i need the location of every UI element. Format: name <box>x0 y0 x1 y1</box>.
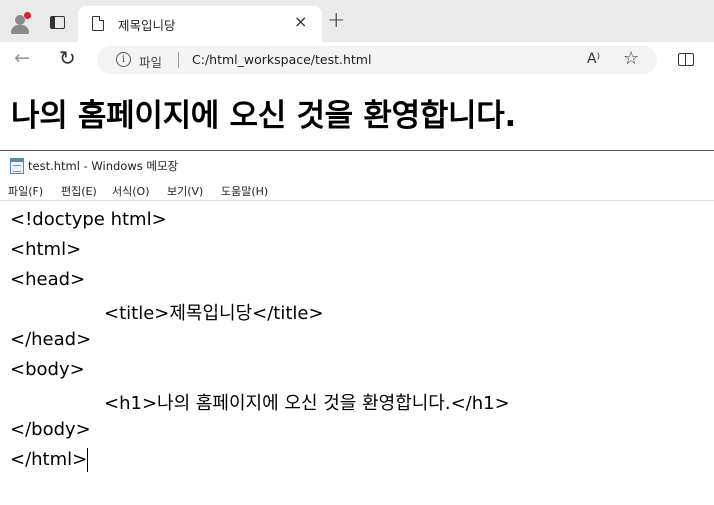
split-screen-icon[interactable] <box>678 53 694 66</box>
read-aloud-icon[interactable]: A⁾ <box>587 51 600 67</box>
scheme-label: 파일 <box>139 55 163 70</box>
tab-close-icon[interactable]: × <box>294 12 307 31</box>
menu-file[interactable]: 파일(F) <box>8 183 43 199</box>
tab-title: 제목입니당 <box>118 18 176 33</box>
code-line: <h1>나의 홈페이지에 오신 것을 환영합니다.</h1> <box>104 393 510 414</box>
notepad-title: test.html - Windows 메모장 <box>28 159 179 173</box>
code-line: <!doctype html> <box>10 209 167 230</box>
menu-view[interactable]: 보기(V) <box>167 183 203 199</box>
tab-strip-icon[interactable] <box>50 16 65 29</box>
menu-help[interactable]: 도움말(H) <box>221 183 268 199</box>
profile-shoulders <box>11 25 29 34</box>
new-tab-button[interactable]: + <box>327 8 345 33</box>
code-line: </body> <box>10 419 91 440</box>
notepad-menu-bar: 파일(F) 편집(E) 서식(O) 보기(V) 도움말(H) <box>0 179 714 201</box>
address-separator <box>178 52 179 68</box>
site-info-icon[interactable]: i <box>116 52 131 67</box>
browser-tab-strip: 제목입니당 × + <box>0 0 714 42</box>
notepad-window: test.html - Windows 메모장 파일(F) 편집(E) 서식(O… <box>0 150 714 505</box>
url-text[interactable]: C:/html_workspace/test.html <box>192 52 371 67</box>
browser-tab[interactable]: 제목입니당 × <box>78 6 322 42</box>
code-line: <html> <box>10 239 82 260</box>
menu-edit[interactable]: 편집(E) <box>61 183 97 199</box>
notepad-title-bar: test.html - Windows 메모장 <box>0 151 714 179</box>
page-content: 나의 홈페이지에 오신 것을 환영합니다. <box>0 78 714 151</box>
back-button[interactable]: ← <box>14 47 30 69</box>
notification-dot <box>24 12 31 19</box>
code-line: </head> <box>10 329 92 350</box>
code-line: </html> <box>10 449 88 470</box>
browser-toolbar: ← ↻ i 파일 C:/html_workspace/test.html A⁾ … <box>0 42 714 78</box>
document-icon <box>92 16 104 31</box>
notepad-icon <box>10 158 24 174</box>
reload-button[interactable]: ↻ <box>59 46 76 70</box>
code-line: <body> <box>10 359 85 380</box>
code-line: <head> <box>10 269 86 290</box>
text-caret <box>87 448 88 472</box>
notepad-text-area[interactable]: <!doctype html> <html> <head> <title>제목입… <box>0 201 714 505</box>
menu-format[interactable]: 서식(O) <box>112 183 149 199</box>
page-heading: 나의 홈페이지에 오신 것을 환영합니다. <box>11 98 516 134</box>
favorite-star-icon[interactable]: ☆ <box>623 48 639 69</box>
address-bar[interactable]: i 파일 C:/html_workspace/test.html A⁾ ☆ <box>97 46 657 74</box>
profile-icon[interactable] <box>9 12 31 34</box>
code-line: <title>제목입니당</title> <box>104 303 324 324</box>
